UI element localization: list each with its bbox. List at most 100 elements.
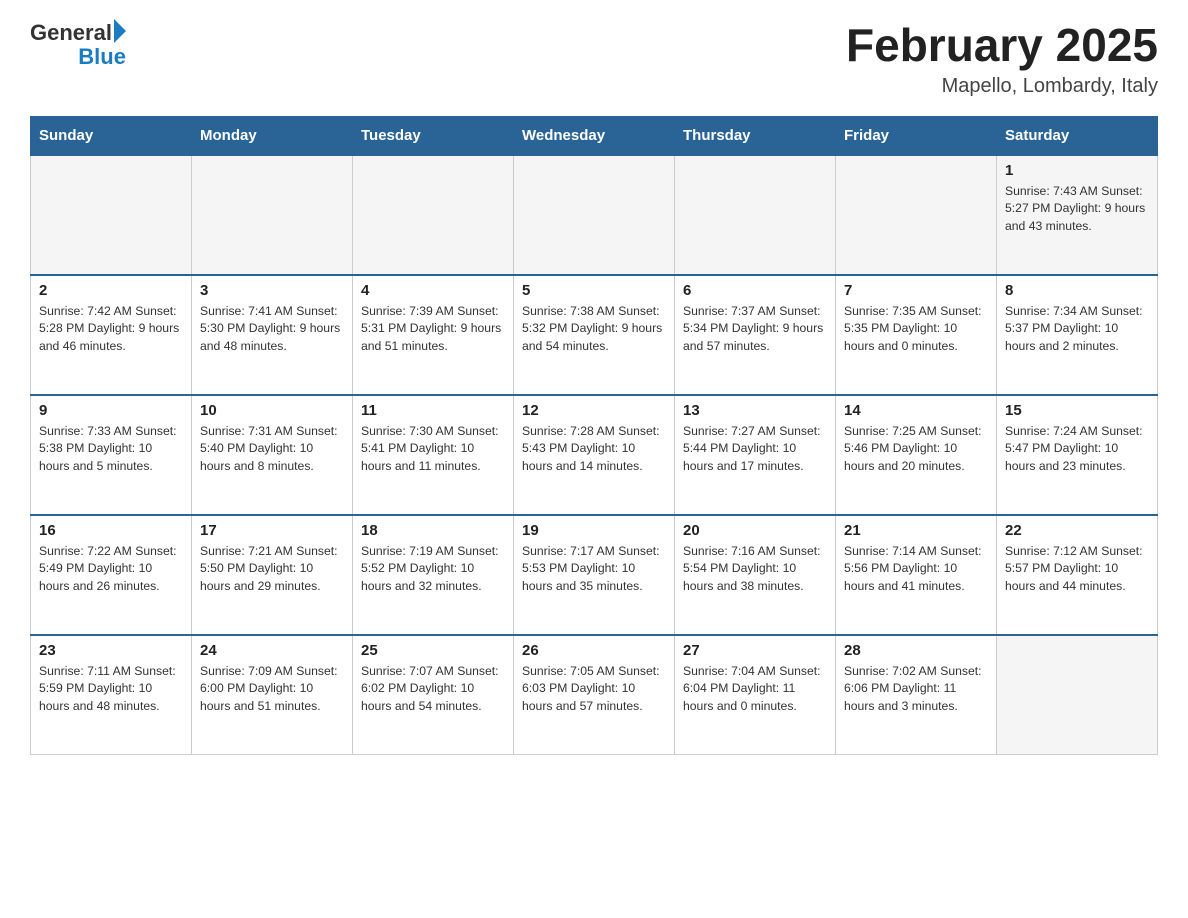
day-number: 18 xyxy=(361,522,505,539)
day-number: 5 xyxy=(522,282,666,299)
day-sun-info: Sunrise: 7:41 AM Sunset: 5:30 PM Dayligh… xyxy=(200,303,344,356)
day-number: 22 xyxy=(1005,522,1149,539)
calendar-day-cell xyxy=(353,155,514,275)
day-sun-info: Sunrise: 7:42 AM Sunset: 5:28 PM Dayligh… xyxy=(39,303,183,356)
day-sun-info: Sunrise: 7:21 AM Sunset: 5:50 PM Dayligh… xyxy=(200,543,344,596)
day-number: 13 xyxy=(683,402,827,419)
calendar-day-cell: 6Sunrise: 7:37 AM Sunset: 5:34 PM Daylig… xyxy=(675,275,836,395)
day-of-week-header: Wednesday xyxy=(514,116,675,155)
day-sun-info: Sunrise: 7:02 AM Sunset: 6:06 PM Dayligh… xyxy=(844,663,988,716)
calendar-header-row: SundayMondayTuesdayWednesdayThursdayFrid… xyxy=(31,116,1158,155)
calendar-day-cell: 25 Sunrise: 7:07 AM Sunset: 6:02 PM Dayli… xyxy=(353,635,514,755)
calendar-day-cell: 9 Sunrise: 7:33 AM Sunset: 5:38 PM Daylig… xyxy=(31,395,192,515)
calendar-day-cell: 15 Sunrise: 7:24 AM Sunset: 5:47 PM Dayli… xyxy=(997,395,1158,515)
day-sun-info: Sunrise: 7:22 AM Sunset: 5:49 PM Dayligh… xyxy=(39,543,183,596)
calendar-day-cell: 12 Sunrise: 7:28 AM Sunset: 5:43 PM Dayli… xyxy=(514,395,675,515)
location-title: Mapello, Lombardy, Italy xyxy=(846,75,1158,98)
calendar-day-cell xyxy=(514,155,675,275)
day-sun-info: Sunrise: 7:31 AM Sunset: 5:40 PM Dayligh… xyxy=(200,423,344,476)
calendar-day-cell xyxy=(675,155,836,275)
day-number: 9 xyxy=(39,402,183,419)
day-of-week-header: Tuesday xyxy=(353,116,514,155)
day-number: 1 xyxy=(1005,162,1149,179)
day-sun-info: Sunrise: 7:11 AM Sunset: 5:59 PM Dayligh… xyxy=(39,663,183,716)
day-number: 12 xyxy=(522,402,666,419)
day-number: 11 xyxy=(361,402,505,419)
day-sun-info: Sunrise: 7:07 AM Sunset: 6:02 PM Dayligh… xyxy=(361,663,505,716)
calendar-day-cell xyxy=(31,155,192,275)
day-number: 23 xyxy=(39,642,183,659)
calendar-day-cell: 27Sunrise: 7:04 AM Sunset: 6:04 PM Dayli… xyxy=(675,635,836,755)
calendar-day-cell: 7Sunrise: 7:35 AM Sunset: 5:35 PM Daylig… xyxy=(836,275,997,395)
day-sun-info: Sunrise: 7:25 AM Sunset: 5:46 PM Dayligh… xyxy=(844,423,988,476)
day-number: 10 xyxy=(200,402,344,419)
day-number: 7 xyxy=(844,282,988,299)
calendar-day-cell: 2 Sunrise: 7:42 AM Sunset: 5:28 PM Daylig… xyxy=(31,275,192,395)
day-number: 26 xyxy=(522,642,666,659)
calendar-day-cell: 20Sunrise: 7:16 AM Sunset: 5:54 PM Dayli… xyxy=(675,515,836,635)
logo-general-text: General xyxy=(30,20,112,46)
day-sun-info: Sunrise: 7:33 AM Sunset: 5:38 PM Dayligh… xyxy=(39,423,183,476)
calendar-table: SundayMondayTuesdayWednesdayThursdayFrid… xyxy=(30,116,1158,756)
day-sun-info: Sunrise: 7:27 AM Sunset: 5:44 PM Dayligh… xyxy=(683,423,827,476)
calendar-day-cell: 26Sunrise: 7:05 AM Sunset: 6:03 PM Dayli… xyxy=(514,635,675,755)
logo-blue-text: Blue xyxy=(78,46,126,68)
calendar-day-cell: 1Sunrise: 7:43 AM Sunset: 5:27 PM Daylig… xyxy=(997,155,1158,275)
day-sun-info: Sunrise: 7:17 AM Sunset: 5:53 PM Dayligh… xyxy=(522,543,666,596)
calendar-day-cell: 23 Sunrise: 7:11 AM Sunset: 5:59 PM Dayli… xyxy=(31,635,192,755)
calendar-day-cell: 11Sunrise: 7:30 AM Sunset: 5:41 PM Dayli… xyxy=(353,395,514,515)
calendar-day-cell: 4 Sunrise: 7:39 AM Sunset: 5:31 PM Daylig… xyxy=(353,275,514,395)
day-sun-info: Sunrise: 7:34 AM Sunset: 5:37 PM Dayligh… xyxy=(1005,303,1149,356)
day-sun-info: Sunrise: 7:28 AM Sunset: 5:43 PM Dayligh… xyxy=(522,423,666,476)
month-title: February 2025 xyxy=(846,20,1158,71)
day-of-week-header: Monday xyxy=(192,116,353,155)
day-sun-info: Sunrise: 7:37 AM Sunset: 5:34 PM Dayligh… xyxy=(683,303,827,356)
day-number: 19 xyxy=(522,522,666,539)
calendar-week-row: 1Sunrise: 7:43 AM Sunset: 5:27 PM Daylig… xyxy=(31,155,1158,275)
day-sun-info: Sunrise: 7:38 AM Sunset: 5:32 PM Dayligh… xyxy=(522,303,666,356)
day-sun-info: Sunrise: 7:39 AM Sunset: 5:31 PM Dayligh… xyxy=(361,303,505,356)
calendar-day-cell: 17Sunrise: 7:21 AM Sunset: 5:50 PM Dayli… xyxy=(192,515,353,635)
day-number: 8 xyxy=(1005,282,1149,299)
calendar-week-row: 16 Sunrise: 7:22 AM Sunset: 5:49 PM Dayli… xyxy=(31,515,1158,635)
calendar-day-cell: 16 Sunrise: 7:22 AM Sunset: 5:49 PM Dayli… xyxy=(31,515,192,635)
calendar-day-cell: 19 Sunrise: 7:17 AM Sunset: 5:53 PM Dayli… xyxy=(514,515,675,635)
calendar-day-cell: 18 Sunrise: 7:19 AM Sunset: 5:52 PM Dayli… xyxy=(353,515,514,635)
calendar-day-cell: 22 Sunrise: 7:12 AM Sunset: 5:57 PM Dayli… xyxy=(997,515,1158,635)
day-number: 14 xyxy=(844,402,988,419)
day-of-week-header: Sunday xyxy=(31,116,192,155)
day-sun-info: Sunrise: 7:12 AM Sunset: 5:57 PM Dayligh… xyxy=(1005,543,1149,596)
day-number: 16 xyxy=(39,522,183,539)
day-of-week-header: Thursday xyxy=(675,116,836,155)
day-sun-info: Sunrise: 7:19 AM Sunset: 5:52 PM Dayligh… xyxy=(361,543,505,596)
logo: General Blue xyxy=(30,20,126,68)
day-number: 21 xyxy=(844,522,988,539)
calendar-week-row: 23 Sunrise: 7:11 AM Sunset: 5:59 PM Dayli… xyxy=(31,635,1158,755)
calendar-week-row: 9 Sunrise: 7:33 AM Sunset: 5:38 PM Daylig… xyxy=(31,395,1158,515)
calendar-day-cell: 13 Sunrise: 7:27 AM Sunset: 5:44 PM Dayli… xyxy=(675,395,836,515)
day-number: 27 xyxy=(683,642,827,659)
calendar-day-cell: 28 Sunrise: 7:02 AM Sunset: 6:06 PM Dayli… xyxy=(836,635,997,755)
day-number: 20 xyxy=(683,522,827,539)
day-number: 25 xyxy=(361,642,505,659)
calendar-day-cell xyxy=(836,155,997,275)
calendar-day-cell: 10 Sunrise: 7:31 AM Sunset: 5:40 PM Dayli… xyxy=(192,395,353,515)
day-of-week-header: Saturday xyxy=(997,116,1158,155)
calendar-day-cell: 3 Sunrise: 7:41 AM Sunset: 5:30 PM Daylig… xyxy=(192,275,353,395)
page-header: General Blue February 2025 Mapello, Lomb… xyxy=(30,20,1158,98)
day-number: 24 xyxy=(200,642,344,659)
day-number: 2 xyxy=(39,282,183,299)
day-sun-info: Sunrise: 7:14 AM Sunset: 5:56 PM Dayligh… xyxy=(844,543,988,596)
calendar-day-cell: 14 Sunrise: 7:25 AM Sunset: 5:46 PM Dayli… xyxy=(836,395,997,515)
title-block: February 2025 Mapello, Lombardy, Italy xyxy=(846,20,1158,98)
day-number: 3 xyxy=(200,282,344,299)
calendar-day-cell: 8 Sunrise: 7:34 AM Sunset: 5:37 PM Daylig… xyxy=(997,275,1158,395)
day-sun-info: Sunrise: 7:09 AM Sunset: 6:00 PM Dayligh… xyxy=(200,663,344,716)
calendar-week-row: 2 Sunrise: 7:42 AM Sunset: 5:28 PM Daylig… xyxy=(31,275,1158,395)
day-sun-info: Sunrise: 7:24 AM Sunset: 5:47 PM Dayligh… xyxy=(1005,423,1149,476)
day-number: 28 xyxy=(844,642,988,659)
day-number: 4 xyxy=(361,282,505,299)
calendar-day-cell xyxy=(192,155,353,275)
calendar-day-cell: 24 Sunrise: 7:09 AM Sunset: 6:00 PM Dayli… xyxy=(192,635,353,755)
day-number: 15 xyxy=(1005,402,1149,419)
